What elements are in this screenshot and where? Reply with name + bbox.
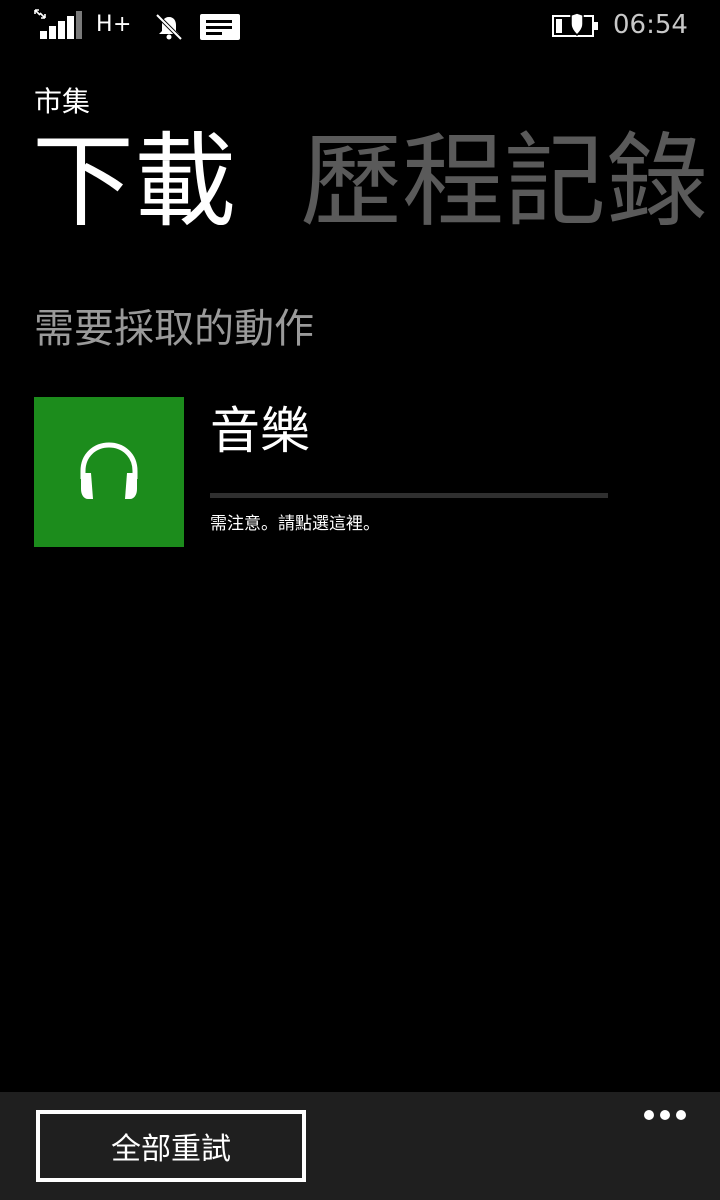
app-tile: [34, 397, 184, 547]
tab-downloads[interactable]: 下載: [32, 118, 236, 248]
app-bar: 全部重試: [0, 1092, 720, 1200]
progress-bar: [210, 493, 608, 498]
pivot-header: 下載 歷程記錄: [0, 118, 720, 248]
app-title: 市集: [34, 85, 91, 118]
retry-all-button[interactable]: 全部重試: [36, 1110, 306, 1182]
item-status: 需注意。請點選這裡。: [210, 514, 380, 534]
ellipsis-icon[interactable]: [640, 1106, 690, 1122]
tab-history[interactable]: 歷程記錄: [300, 118, 708, 248]
download-item[interactable]: 音樂 需注意。請點選這裡。: [34, 397, 634, 547]
item-name: 音樂: [210, 402, 310, 460]
status-bar: H+ 06:54: [0, 0, 720, 52]
network-type-label: H+: [96, 12, 132, 37]
signal-strength-icon: [34, 9, 82, 39]
clock: 06:54: [613, 10, 688, 40]
message-icon: [200, 14, 240, 40]
section-heading: 需要採取的動作: [34, 306, 314, 352]
notification-muted-icon: [154, 12, 184, 42]
headphones-icon: [80, 442, 138, 499]
battery-saver-icon: [552, 12, 600, 39]
